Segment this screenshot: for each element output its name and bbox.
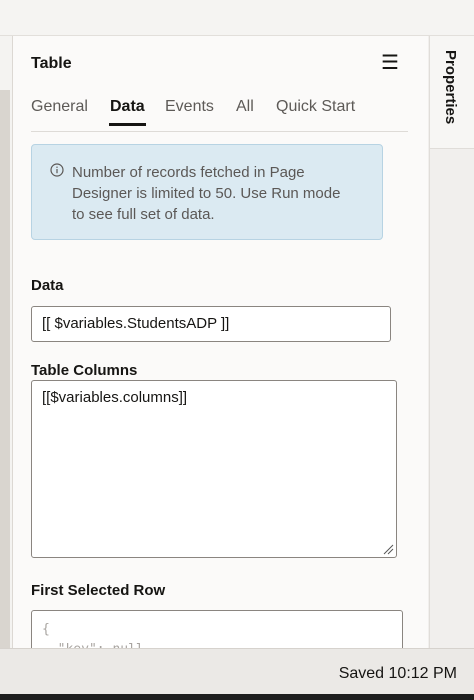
code-line: { xyxy=(42,622,50,637)
first-selected-row-label: First Selected Row xyxy=(31,582,166,599)
properties-rail-tab[interactable]: Properties xyxy=(429,36,474,149)
data-label: Data xyxy=(31,277,64,294)
right-rail: Properties xyxy=(429,36,474,648)
table-columns-textarea[interactable]: [[$variables.columns]] xyxy=(31,380,397,558)
canvas-edge xyxy=(0,90,10,653)
hamburger-menu-icon[interactable]: ☰ xyxy=(379,52,401,74)
info-icon xyxy=(50,163,64,177)
code-line: "key": null xyxy=(42,640,402,648)
table-columns-label: Table Columns xyxy=(31,362,138,379)
tab-general[interactable]: General xyxy=(31,98,88,124)
resize-grip-icon[interactable] xyxy=(382,543,394,555)
properties-tab-label: Properties xyxy=(442,50,459,125)
top-toolbar xyxy=(0,0,474,36)
notice-line: to see full set of data. xyxy=(72,206,215,223)
first-selected-row-editor[interactable]: { "key": null xyxy=(31,610,403,648)
notice-line: Designer is limited to 50. Use Run mode xyxy=(72,185,341,202)
window-bottom-edge xyxy=(0,694,474,700)
left-gutter xyxy=(0,36,13,653)
tab-quick-start[interactable]: Quick Start xyxy=(276,98,355,124)
data-input[interactable]: [[ $variables.StudentsADP ]] xyxy=(31,306,391,342)
tab-bar: General Data Events All Quick Start xyxy=(31,96,408,132)
tab-events[interactable]: Events xyxy=(165,98,214,124)
notice-line: Number of records fetched in Page xyxy=(72,164,305,181)
panel-title: Table xyxy=(31,55,72,72)
properties-panel: Table ☰ General Data Events All Quick St… xyxy=(13,36,428,648)
notice-text: Number of records fetched in Page Design… xyxy=(72,162,372,225)
table-columns-value: [[$variables.columns]] xyxy=(42,389,188,406)
saved-status: Saved 10:12 PM xyxy=(338,665,457,682)
rail-body xyxy=(429,149,474,648)
status-bar: Saved 10:12 PM xyxy=(0,648,474,695)
tab-all[interactable]: All xyxy=(236,98,254,124)
info-notice: Number of records fetched in Page Design… xyxy=(31,144,383,240)
tab-data[interactable]: Data xyxy=(109,98,146,126)
